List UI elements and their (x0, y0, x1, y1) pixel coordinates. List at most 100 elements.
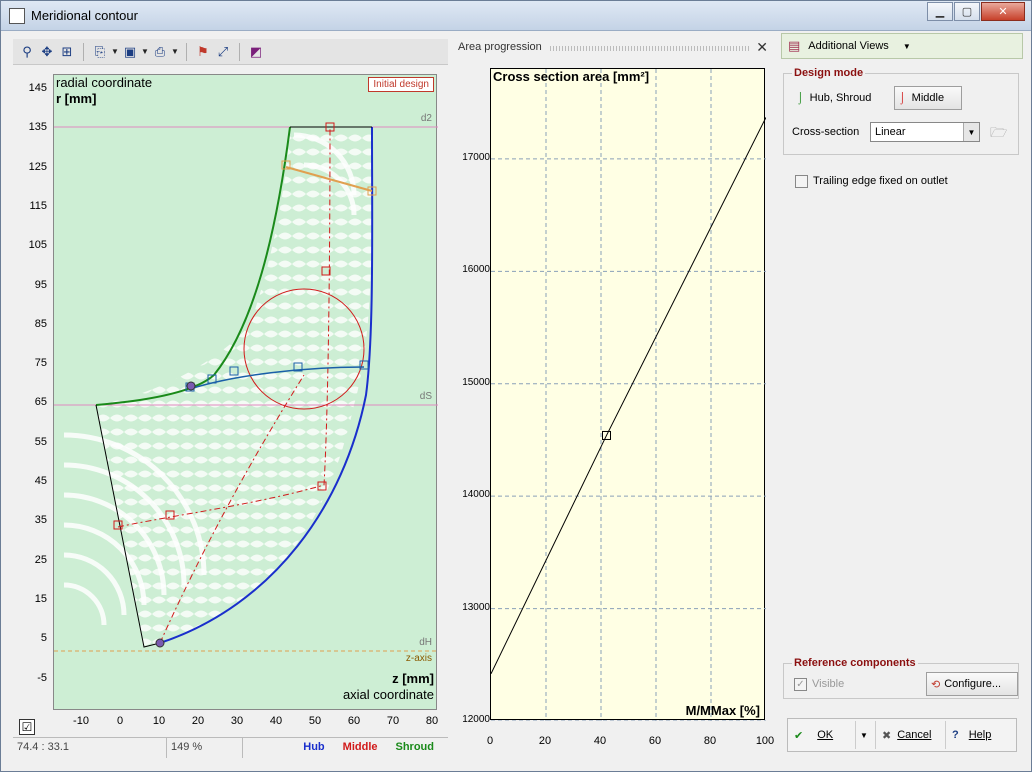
cancel-label: Cancel (897, 729, 932, 741)
meridional-plot[interactable]: radial coordinate r [mm] Initial design … (53, 74, 438, 710)
area-x-tick-label: 20 (538, 735, 552, 747)
plot-toolbar: ⚲ ✥ ⊞ ⎘ ▼ ▣ ▼ ⎙ ▼ ⚑ ⤢ ◩ (13, 39, 448, 65)
hub-shroud-label: Hub, Shroud (809, 92, 872, 104)
ok-button[interactable]: ✔ OK (788, 721, 856, 749)
help-button[interactable]: ? Help (946, 721, 1016, 749)
chevron-down-icon[interactable]: ▼ (110, 47, 120, 56)
cross-section-value: Linear (875, 126, 906, 138)
area-panel-header: Area progression ✕ (452, 39, 774, 57)
toggle-checkbox[interactable]: ☑ (19, 719, 35, 735)
area-chart-title: Cross section area [mm²] (493, 69, 650, 84)
y-tick-label: 145 (28, 82, 47, 94)
legend-shroud[interactable]: Shroud (396, 741, 435, 755)
area-series-line (490, 117, 767, 675)
app-icon (9, 8, 25, 24)
y-tick-label: 65 (34, 396, 47, 409)
palette-icon[interactable]: ◩ (246, 42, 266, 62)
pan-icon[interactable]: ✥ (37, 42, 57, 62)
x-tick-label: 30 (230, 715, 244, 727)
resize-icon[interactable]: ⤢ (213, 42, 233, 62)
design-mode-label: Design mode (792, 67, 866, 79)
y-tick-label: -5 (37, 671, 47, 684)
hub-point[interactable] (155, 638, 165, 648)
y-tick-label: 75 (34, 357, 47, 370)
middle-mode-button[interactable]: ⌡ Middle (894, 86, 962, 110)
configure-icon: ⟲ (931, 678, 941, 691)
cross-section-label: Cross-section (792, 126, 860, 138)
check-icon: ✔ (794, 729, 804, 742)
reference-components-group: Reference components ✓ Visible ⟲ Configu… (783, 657, 1019, 699)
area-x-tick-label: 60 (648, 735, 662, 747)
zoom-level: 149 % (167, 738, 243, 758)
cancel-icon: ✖ (882, 729, 892, 742)
x-axis-label-2: axial coordinate (342, 687, 434, 702)
meridional-panel: ⚲ ✥ ⊞ ⎘ ▼ ▣ ▼ ⎙ ▼ ⚑ ⤢ ◩ 145 135 125 115 105 9… (13, 39, 448, 759)
legend-hub[interactable]: Hub (303, 741, 324, 755)
configure-button[interactable]: ⟲ Configure... (926, 672, 1018, 696)
shroud-point[interactable] (186, 381, 196, 391)
settings-panel: ▤ Additional Views ▼ Design mode ⌡ Hub, … (781, 33, 1023, 761)
z-axis-label: z-axis (405, 653, 432, 664)
help-icon: ? (952, 729, 959, 741)
area-y-tick-label: 13000 (462, 601, 490, 613)
visible-checkbox[interactable]: ✓ (794, 678, 807, 691)
area-x-tick-label: 100 (755, 735, 775, 747)
chevron-down-icon[interactable]: ▼ (140, 47, 150, 56)
legend-middle[interactable]: Middle (343, 741, 378, 755)
x-tick-label: 80 (425, 715, 439, 727)
drag-handle[interactable] (550, 46, 750, 51)
folder-icon[interactable]: 🗁 (990, 122, 1007, 146)
reference-components-label: Reference components (792, 657, 918, 669)
x-tick-label: 0 (116, 715, 124, 727)
views-icon: ▤ (788, 38, 801, 53)
middle-mode-label: Middle (911, 92, 945, 104)
additional-views-button[interactable]: ▤ Additional Views ▼ (781, 33, 1023, 59)
x-axis-label-1: z [mm] (392, 671, 434, 686)
close-button[interactable]: ✕ (981, 2, 1025, 21)
fit-icon[interactable]: ⊞ (57, 42, 77, 62)
x-tick-label: 60 (347, 715, 361, 727)
x-tick-label: 40 (269, 715, 283, 727)
chevron-down-icon: ▼ (860, 730, 868, 740)
y-tick-label: 135 (28, 121, 47, 134)
dH-label: dH (419, 637, 432, 648)
flag-icon[interactable]: ⚑ (193, 42, 213, 62)
minimize-button[interactable]: ▁ (927, 2, 953, 21)
cancel-button[interactable]: ✖ Cancel (876, 721, 946, 749)
status-bar: 74.4 : 33.1 149 % Hub Middle Shroud (13, 737, 448, 758)
ok-label: OK (817, 729, 834, 741)
y-tick-label: 35 (34, 514, 47, 527)
y-tick-label: 105 (28, 239, 47, 252)
area-x-tick-label: 80 (703, 735, 717, 747)
close-icon[interactable]: ✕ (756, 39, 768, 56)
copy-icon[interactable]: ⎘ (90, 42, 110, 62)
dS-label: dS (419, 391, 432, 402)
print-icon[interactable]: ⎙ (150, 42, 170, 62)
y-tick-label: 15 (34, 592, 47, 605)
additional-views-label: Additional Views (808, 40, 889, 52)
maximize-button[interactable]: ▢ (954, 2, 980, 21)
chevron-down-icon[interactable]: ▼ (170, 47, 180, 56)
zoom-icon[interactable]: ⚲ (17, 42, 37, 62)
area-chart[interactable]: Cross section area [mm²] M/MMax [%] (490, 68, 767, 722)
y-tick-label: 115 (29, 199, 47, 212)
save-icon[interactable]: ▣ (120, 42, 140, 62)
chevron-down-icon: ▼ (902, 41, 911, 51)
initial-design-badge[interactable]: Initial design (368, 77, 434, 92)
ok-dropdown[interactable]: ▼ (856, 721, 876, 749)
y-tick-label: 95 (34, 278, 47, 291)
help-label: Help (968, 729, 992, 741)
x-tick-label: 70 (386, 715, 400, 727)
title-bar: Meridional contour ▁ ▢ ✕ (1, 1, 1031, 31)
trailing-edge-checkbox[interactable] (795, 175, 808, 188)
y-tick-label: 45 (34, 475, 47, 487)
middle-icon: ⌡ (899, 92, 906, 104)
area-y-tick-label: 15000 (462, 376, 490, 388)
visible-label: Visible (812, 678, 845, 690)
cross-section-select[interactable]: Linear ▼ (870, 122, 980, 142)
area-y-tick-label: 14000 (462, 489, 490, 501)
area-chart-svg (490, 69, 767, 722)
hub-shroud-button[interactable]: ⌡ Hub, Shroud (792, 86, 888, 110)
area-y-tick-label: 16000 (462, 264, 490, 276)
y-tick-label: 55 (34, 435, 47, 448)
